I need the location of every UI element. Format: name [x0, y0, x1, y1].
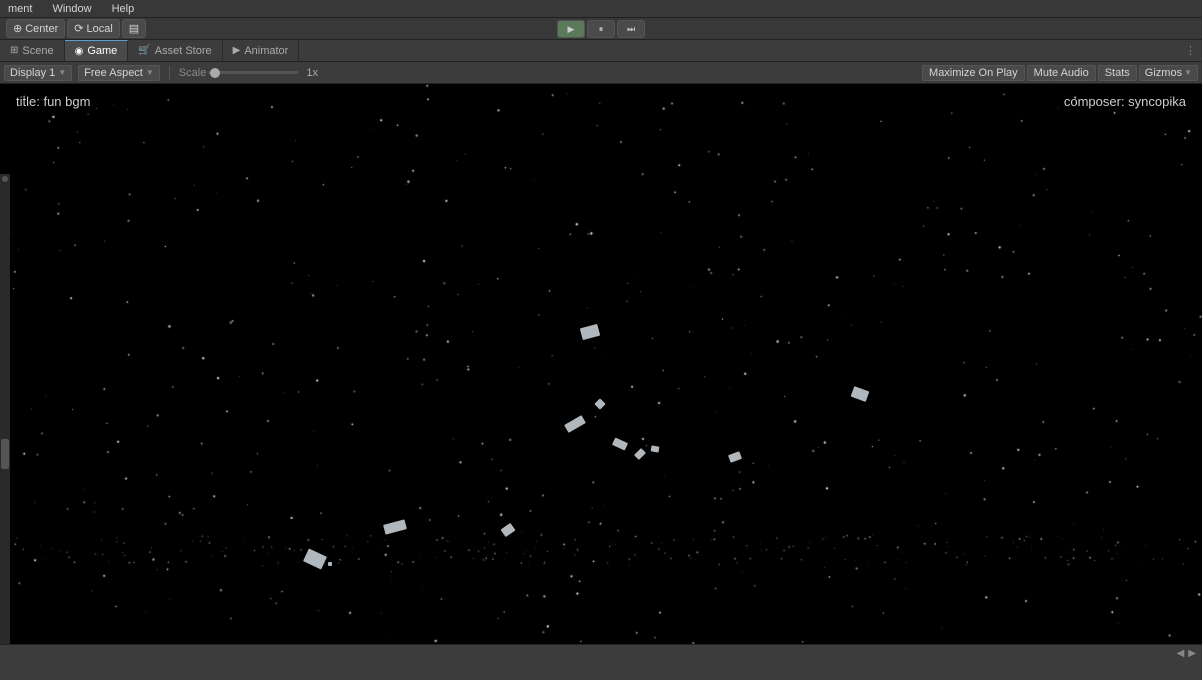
- menu-help[interactable]: Help: [108, 2, 139, 16]
- tabs-more-button[interactable]: ⋮: [1179, 44, 1202, 57]
- scene-tab-label: Scene: [22, 45, 53, 57]
- center-label: Center: [25, 23, 58, 35]
- local-label: Local: [86, 23, 112, 35]
- tab-asset-store[interactable]: 🛒 Asset Store: [128, 40, 222, 61]
- pivot-toggle-group: ⊕ Center ⟳ Local ▤: [6, 19, 146, 38]
- scale-value: 1x: [306, 67, 318, 79]
- tabs-row: ⊞ Scene ◉ Game 🛒 Asset Store ▶ Animator …: [0, 40, 1202, 62]
- menu-ment[interactable]: ment: [4, 2, 36, 16]
- play-button[interactable]: ▶: [557, 20, 585, 38]
- aspect-arrow-icon: ▼: [146, 68, 154, 77]
- menu-window[interactable]: Window: [48, 2, 95, 16]
- center-button[interactable]: ⊕ Center: [6, 19, 65, 38]
- tab-game[interactable]: ◉ Game: [65, 40, 129, 61]
- scale-thumb: [210, 68, 220, 78]
- game-toolbar-right: Maximize On Play Mute Audio Stats Gizmos…: [922, 65, 1198, 81]
- local-button[interactable]: ⟳ Local: [67, 19, 120, 38]
- scroll-bar-left[interactable]: [0, 174, 10, 662]
- step-button[interactable]: ⏭: [617, 20, 645, 38]
- debris-layer: [0, 84, 1202, 662]
- toolbar-separator-1: [169, 66, 170, 80]
- animator-tab-icon: ▶: [233, 45, 241, 56]
- extra-label: ▤: [129, 22, 139, 35]
- scene-tab-icon: ⊞: [10, 45, 18, 56]
- game-viewport: title: fun bgm composer: syncopika ◀ ▶: [0, 84, 1202, 662]
- game-tab-icon: ◉: [75, 46, 84, 57]
- display-group: Display 1 ▼: [4, 65, 72, 81]
- scale-slider[interactable]: [208, 71, 298, 74]
- gizmos-label: Gizmos: [1145, 67, 1182, 79]
- pause-button[interactable]: ⏸: [587, 20, 615, 38]
- scale-label: Scale: [179, 67, 207, 79]
- center-icon: ⊕: [13, 22, 22, 35]
- aspect-label: Free Aspect: [84, 67, 143, 79]
- display-label: Display 1: [10, 67, 55, 79]
- top-toolbar: ⊕ Center ⟳ Local ▤ ▶ ⏸ ⏭: [0, 18, 1202, 40]
- scale-group: Scale 1x: [179, 67, 318, 79]
- game-tab-label: Game: [87, 45, 117, 57]
- maximize-on-play-button[interactable]: Maximize On Play: [922, 65, 1025, 81]
- mute-audio-button[interactable]: Mute Audio: [1027, 65, 1096, 81]
- tab-scene[interactable]: ⊞ Scene: [0, 40, 65, 61]
- asset-store-tab-icon: 🛒: [138, 45, 150, 56]
- bottom-left-icon: ◀: [1177, 648, 1185, 659]
- aspect-group: Free Aspect ▼: [78, 65, 160, 81]
- asset-store-tab-label: Asset Store: [155, 45, 212, 57]
- gizmos-button[interactable]: Gizmos ▼: [1139, 65, 1198, 81]
- gizmos-arrow-icon: ▼: [1184, 68, 1192, 77]
- play-icon: ▶: [568, 24, 575, 35]
- play-controls: ▶ ⏸ ⏭: [557, 20, 645, 38]
- local-icon: ⟳: [74, 22, 83, 35]
- animator-tab-label: Animator: [244, 45, 288, 57]
- game-toolbar: Display 1 ▼ Free Aspect ▼ Scale 1x Maxim…: [0, 62, 1202, 84]
- display-arrow-icon: ▼: [58, 68, 66, 77]
- pause-icon: ⏸: [599, 24, 604, 35]
- extra-button[interactable]: ▤: [122, 19, 146, 38]
- scroll-up-icon: [2, 176, 8, 182]
- display-select[interactable]: Display 1 ▼: [4, 65, 72, 81]
- bottom-right-icon: ▶: [1188, 648, 1196, 659]
- stats-button[interactable]: Stats: [1098, 65, 1137, 81]
- menu-bar: ment Window Help: [0, 0, 1202, 18]
- step-icon: ⏭: [627, 24, 635, 35]
- bottom-bar: ◀ ▶: [0, 644, 1202, 662]
- aspect-select[interactable]: Free Aspect ▼: [78, 65, 160, 81]
- tab-animator[interactable]: ▶ Animator: [223, 40, 300, 61]
- scroll-handle[interactable]: [1, 439, 9, 469]
